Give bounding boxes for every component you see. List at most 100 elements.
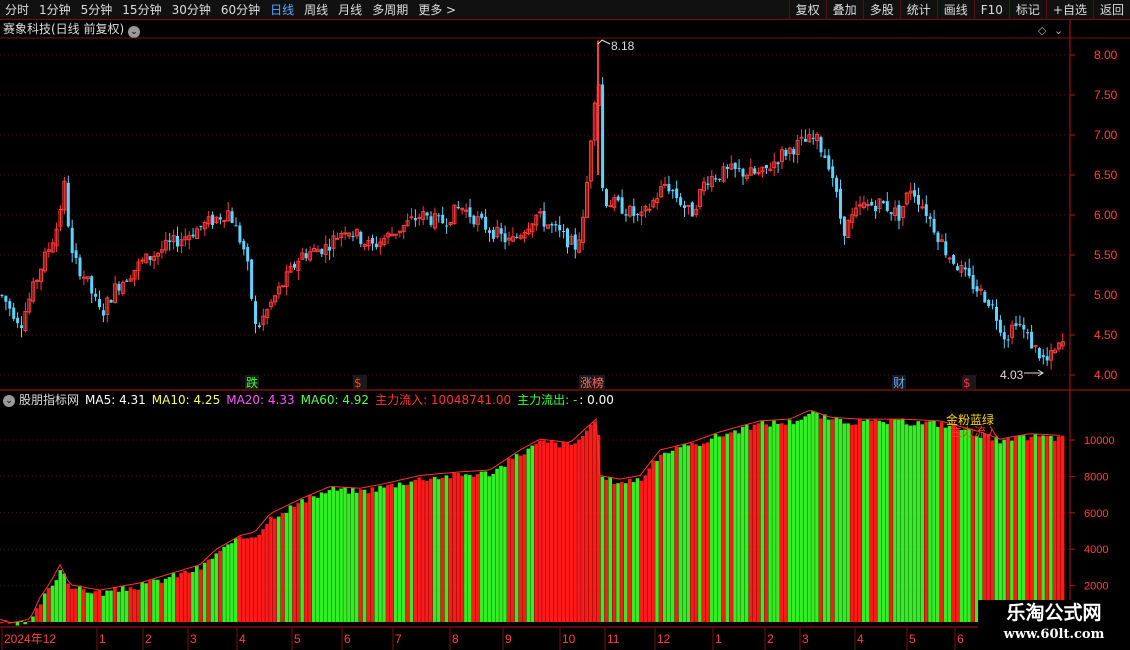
candle-45 xyxy=(176,226,179,252)
candle-body xyxy=(566,228,569,248)
period-tab-4[interactable]: 30分钟 xyxy=(167,0,216,20)
candle-271 xyxy=(1056,342,1061,352)
candle-138 xyxy=(538,207,543,218)
action-button-5[interactable]: F10 xyxy=(973,0,1009,20)
candle-37 xyxy=(144,253,149,264)
flow-bar-40 xyxy=(156,579,160,622)
candle-270 xyxy=(1053,347,1057,354)
action-button-4[interactable]: 画线 xyxy=(936,0,974,20)
period-tab-10[interactable]: 更多 > xyxy=(413,0,461,20)
flow-histogram xyxy=(0,410,1065,626)
candle-body xyxy=(947,257,952,260)
flow-bar-221 xyxy=(861,420,866,622)
period-tab-7[interactable]: 周线 xyxy=(299,0,333,20)
candle-39 xyxy=(152,251,157,270)
candle-66 xyxy=(257,322,261,329)
candle-239 xyxy=(932,210,936,235)
candle-86 xyxy=(335,232,340,240)
x-label-14: 2 xyxy=(767,632,774,646)
flow-bar-22 xyxy=(85,592,90,622)
action-button-2[interactable]: 多股 xyxy=(862,0,900,20)
period-tab-0[interactable]: 分时 xyxy=(0,0,34,20)
chart-area[interactable]: 8.00 7.50 7.00 6.50 6.00 5.50 5.00 4.50 4.00 1000… xyxy=(0,20,1130,650)
chevron-down-icon[interactable]: ⌄ xyxy=(3,395,15,407)
candle-76 xyxy=(296,257,301,280)
flow-bar-154 xyxy=(600,476,605,622)
flow-bar-71 xyxy=(276,516,281,622)
flow-bar-203 xyxy=(791,424,796,622)
flow-bar-29 xyxy=(113,587,117,622)
candle-227 xyxy=(885,192,889,213)
action-button-1[interactable]: 叠加 xyxy=(825,0,863,20)
candle-117 xyxy=(456,200,460,210)
candle-body xyxy=(764,165,768,169)
chevron-down-icon: ⌄ xyxy=(1054,24,1063,37)
x-label-1: 1 xyxy=(99,632,106,646)
candle-body xyxy=(714,178,718,180)
candle-125 xyxy=(488,227,491,242)
candle-241 xyxy=(939,234,944,243)
diamond-icon: ◇ xyxy=(1038,24,1047,37)
action-button-0[interactable]: 复权 xyxy=(788,0,826,20)
candle-84 xyxy=(328,238,332,261)
candle-169 xyxy=(659,180,664,199)
candle-body xyxy=(725,166,729,169)
flow-bar-164 xyxy=(639,480,644,622)
period-tab-1[interactable]: 1分钟 xyxy=(34,0,76,20)
candle-78 xyxy=(304,248,308,262)
candle-body xyxy=(218,217,222,220)
candle-body xyxy=(280,285,285,288)
period-tab-9[interactable]: 多周期 xyxy=(367,0,413,20)
candle-155 xyxy=(605,188,608,208)
action-button-7[interactable]: +自选 xyxy=(1045,0,1093,20)
flow-bar-266 xyxy=(1037,436,1041,622)
flow-bar-47 xyxy=(183,570,187,622)
flow-bar-59 xyxy=(230,543,234,622)
flow-bar-252 xyxy=(982,433,987,622)
period-tab-8[interactable]: 月线 xyxy=(333,0,367,20)
flow-bar-14 xyxy=(54,580,59,622)
flow-bar-192 xyxy=(748,429,753,622)
x-label-5: 5 xyxy=(294,632,301,646)
flow-bar-89 xyxy=(347,493,351,622)
flow-bar-166 xyxy=(647,468,651,622)
candle-212 xyxy=(827,149,831,172)
candle-179 xyxy=(698,188,703,210)
candle-92 xyxy=(359,230,363,248)
candle-156 xyxy=(608,199,613,208)
candle-52 xyxy=(202,220,207,236)
action-button-3[interactable]: 统计 xyxy=(899,0,937,20)
candle-body xyxy=(671,189,675,192)
candle-body xyxy=(499,228,503,234)
candle-body xyxy=(429,216,433,225)
flow-bar-233 xyxy=(908,425,913,622)
candle-65 xyxy=(254,295,257,334)
flow-bar-127 xyxy=(495,468,499,622)
candle-247 xyxy=(963,261,967,277)
action-button-8[interactable]: 返回 xyxy=(1092,0,1130,20)
candle-body xyxy=(753,168,757,174)
period-tab-5[interactable]: 60分钟 xyxy=(216,0,265,20)
flow-bar-73 xyxy=(284,512,289,622)
indicator-name[interactable]: 股朋指标网 xyxy=(19,392,79,409)
period-tab-3[interactable]: 15分钟 xyxy=(117,0,166,20)
candle-82 xyxy=(320,248,324,258)
candle-120 xyxy=(468,198,472,224)
x-label-15: 3 xyxy=(802,632,809,646)
flow-bar-232 xyxy=(904,424,909,622)
period-tab-6[interactable]: 日线 xyxy=(265,0,299,20)
candle-163 xyxy=(636,213,640,222)
candle-113 xyxy=(441,206,445,225)
flow-bar-129 xyxy=(503,466,507,622)
flow-bar-156 xyxy=(608,476,612,622)
action-button-6[interactable]: 标记 xyxy=(1008,0,1046,20)
period-tab-2[interactable]: 5分钟 xyxy=(76,0,118,20)
candle-73 xyxy=(284,264,289,296)
flow-bar-152 xyxy=(592,421,597,622)
candle-267 xyxy=(1041,349,1045,365)
inflow-value: 主力流入: 10048741.00 xyxy=(375,393,512,407)
candle-body xyxy=(125,280,129,282)
candle-20 xyxy=(78,254,82,280)
candle-83 xyxy=(323,235,328,263)
candle-body xyxy=(1030,331,1034,349)
